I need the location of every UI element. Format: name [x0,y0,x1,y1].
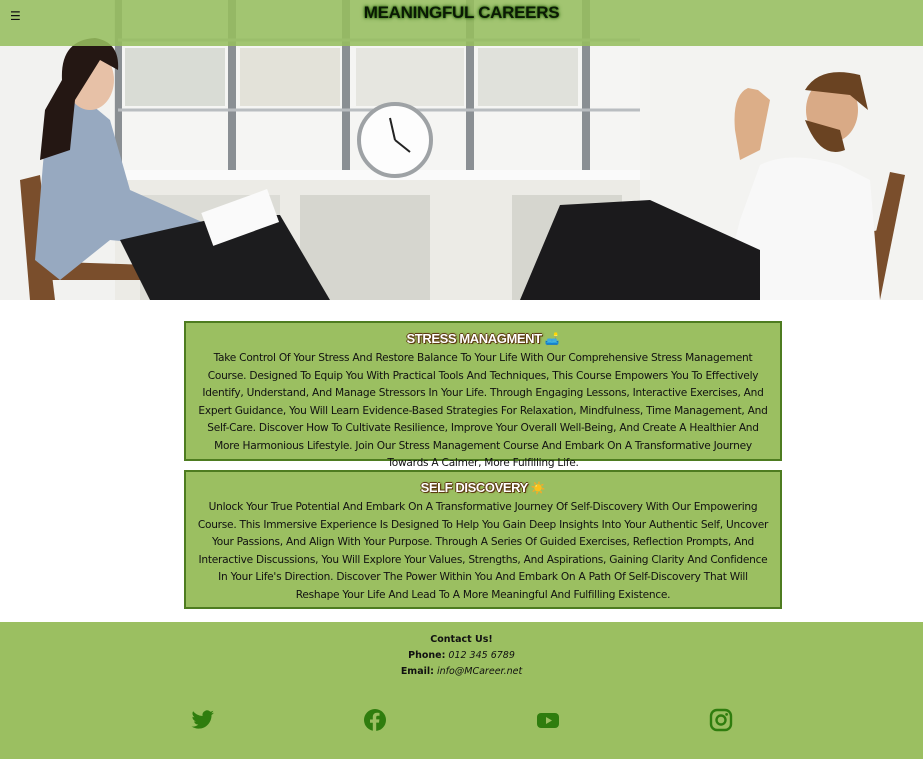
card-title-text: SELF DISCOVERY [420,480,528,495]
couch-icon: 🛋️ [544,332,560,346]
email-label: Email: [400,666,434,677]
contact-heading: Contact Us! [430,634,493,645]
twitter-icon[interactable] [191,708,215,732]
card-title-text: STRESS MANAGMENT [406,331,543,346]
top-navigation-bar: ☰ MEANINGFUL CAREERS [0,0,923,46]
facebook-icon[interactable] [363,708,387,732]
phone-label: Phone: [408,650,446,661]
self-discovery-card: SELF DISCOVERY ☀️ Unlock Your True Poten… [184,470,782,609]
card-description: Take Control Of Your Stress And Restore … [198,352,768,469]
card-description: Unlock Your True Potential And Embark On… [197,501,769,601]
footer: Contact Us! Phone: 012 345 6789 Email: i… [0,622,923,759]
youtube-icon[interactable] [536,708,560,732]
site-title: MEANINGFUL CAREERS [363,3,560,22]
phone-value[interactable]: 012 345 6789 [448,650,514,661]
card-title: STRESS MANAGMENT 🛋️ [186,330,780,348]
stress-management-card: STRESS MANAGMENT 🛋️ Take Control Of Your… [184,321,782,469]
instagram-icon[interactable] [709,708,733,732]
contact-info: Contact Us! Phone: 012 345 6789 Email: i… [0,632,923,680]
card-title: SELF DISCOVERY ☀️ [186,479,780,497]
sun-icon: ☀️ [530,481,546,495]
email-link[interactable]: info@MCareer.net [437,666,522,677]
